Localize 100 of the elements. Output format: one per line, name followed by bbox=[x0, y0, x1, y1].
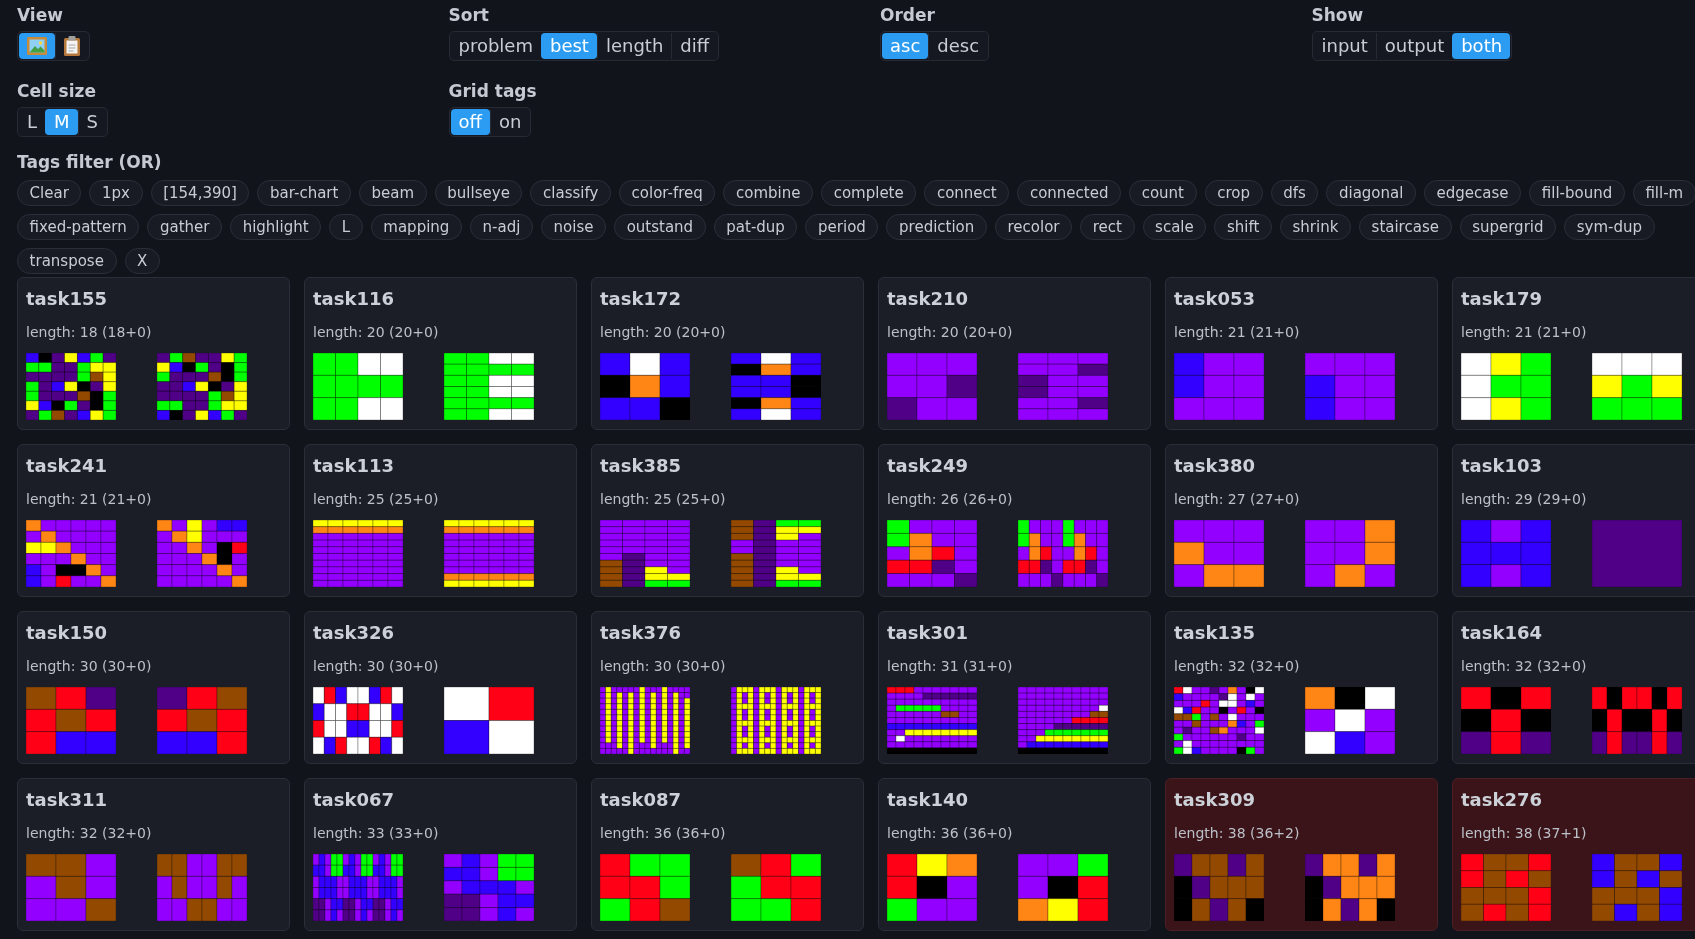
tag-chip[interactable]: prediction bbox=[886, 214, 987, 240]
tag-chip[interactable]: complete bbox=[821, 180, 917, 206]
option-button[interactable]: input bbox=[1313, 33, 1376, 59]
tag-chip[interactable]: outstand bbox=[614, 214, 706, 240]
tag-chip[interactable]: transpose bbox=[17, 248, 117, 274]
task-title: task210 bbox=[887, 287, 969, 311]
task-title: task376 bbox=[600, 621, 682, 645]
tag-chip[interactable]: dfs bbox=[1270, 180, 1319, 206]
task-card[interactable]: task113 length: 25 (25+0) bbox=[304, 444, 577, 597]
task-card[interactable]: task210 length: 20 (20+0) bbox=[878, 277, 1151, 430]
tag-chip[interactable]: recolor bbox=[994, 214, 1073, 240]
tag-chip[interactable]: period bbox=[805, 214, 879, 240]
tag-chip[interactable]: noise bbox=[540, 214, 607, 240]
task-card[interactable]: task276 length: 38 (37+1) bbox=[1452, 778, 1695, 931]
tag-chip[interactable]: combine bbox=[723, 180, 814, 206]
tag-chip[interactable]: connect bbox=[924, 180, 1010, 206]
task-card[interactable]: task385 length: 25 (25+0) bbox=[591, 444, 864, 597]
task-title: task087 bbox=[600, 788, 682, 812]
section-label: Show bbox=[1311, 4, 1364, 26]
task-title: task311 bbox=[26, 788, 108, 812]
tag-chip[interactable]: edgecase bbox=[1424, 180, 1522, 206]
tag-chip[interactable]: bar-chart bbox=[257, 180, 351, 206]
length-text: length: 21 (21+0) bbox=[1174, 323, 1301, 342]
tag-chip[interactable]: shrink bbox=[1279, 214, 1351, 240]
tag-chip[interactable]: shift bbox=[1214, 214, 1272, 240]
task-title: task326 bbox=[313, 621, 395, 645]
task-card[interactable]: task179 length: 21 (21+0) bbox=[1452, 277, 1695, 430]
tag-chip[interactable]: diagonal bbox=[1326, 180, 1416, 206]
tag-chip[interactable]: staircase bbox=[1358, 214, 1452, 240]
task-title: task241 bbox=[26, 454, 108, 478]
task-card[interactable]: task053 length: 21 (21+0) bbox=[1165, 277, 1438, 430]
task-title: task113 bbox=[313, 454, 395, 478]
task-title: task380 bbox=[1174, 454, 1256, 478]
option-button[interactable]: problem bbox=[450, 33, 541, 59]
tag-chip[interactable]: gather bbox=[147, 214, 223, 240]
task-card[interactable]: task311 length: 32 (32+0) bbox=[17, 778, 290, 931]
length-text: length: 32 (32+0) bbox=[26, 824, 153, 843]
task-card[interactable]: task150 length: 30 (30+0) bbox=[17, 611, 290, 764]
option-button[interactable]: L bbox=[19, 109, 46, 135]
tag-chip[interactable]: pat-dup bbox=[713, 214, 798, 240]
task-card[interactable]: task309 length: 38 (36+2) bbox=[1165, 778, 1438, 931]
task-card[interactable]: task164 length: 32 (32+0) bbox=[1452, 611, 1695, 764]
task-card[interactable]: task135 length: 32 (32+0) bbox=[1165, 611, 1438, 764]
length-text: length: 36 (36+0) bbox=[887, 824, 1014, 843]
tag-chip[interactable]: mapping bbox=[370, 214, 462, 240]
length-text: length: 36 (36+0) bbox=[600, 824, 727, 843]
option-button[interactable]: desc bbox=[928, 33, 988, 59]
tag-chip[interactable]: connected bbox=[1017, 180, 1122, 206]
task-card[interactable]: task140 length: 36 (36+0) bbox=[878, 778, 1151, 931]
length-text: length: 32 (32+0) bbox=[1174, 657, 1301, 676]
framed-picture-icon bbox=[27, 37, 47, 55]
task-title: task164 bbox=[1461, 621, 1543, 645]
tag-chip[interactable]: scale bbox=[1142, 214, 1207, 240]
task-title: task301 bbox=[887, 621, 969, 645]
tag-chip[interactable]: fill-m bbox=[1632, 180, 1695, 206]
tag-chip[interactable]: bullseye bbox=[434, 180, 523, 206]
tag-chip[interactable]: fill-bound bbox=[1529, 180, 1625, 206]
section-label: View bbox=[17, 4, 63, 26]
tag-chip[interactable]: rect bbox=[1080, 214, 1135, 240]
tag-chip[interactable]: sym-dup bbox=[1564, 214, 1655, 240]
tag-chip[interactable]: count bbox=[1129, 180, 1197, 206]
task-title: task067 bbox=[313, 788, 395, 812]
task-title: task309 bbox=[1174, 788, 1256, 812]
task-card[interactable]: task301 length: 31 (31+0) bbox=[878, 611, 1151, 764]
tag-chip[interactable]: [154,390] bbox=[150, 180, 250, 206]
task-card[interactable]: task380 length: 27 (27+0) bbox=[1165, 444, 1438, 597]
length-text: length: 20 (20+0) bbox=[600, 323, 727, 342]
option-button[interactable]: diff bbox=[671, 33, 718, 59]
tag-chip[interactable]: color-freq bbox=[618, 180, 716, 206]
length-text: length: 21 (21+0) bbox=[26, 490, 153, 509]
task-card[interactable]: task172 length: 20 (20+0) bbox=[591, 277, 864, 430]
tag-chip[interactable]: fixed-pattern bbox=[17, 214, 140, 240]
tag-chip[interactable]: beam bbox=[359, 180, 427, 206]
tag-chip[interactable]: L bbox=[329, 214, 363, 240]
length-text: length: 20 (20+0) bbox=[313, 323, 440, 342]
tag-chip[interactable]: 1px bbox=[89, 180, 143, 206]
option-button[interactable]: length bbox=[596, 33, 672, 59]
task-card[interactable]: task326 length: 30 (30+0) bbox=[304, 611, 577, 764]
clear-button[interactable]: Clear bbox=[17, 180, 82, 206]
task-card[interactable]: task116 length: 20 (20+0) bbox=[304, 277, 577, 430]
length-text: length: 31 (31+0) bbox=[887, 657, 1014, 676]
task-card[interactable]: task241 length: 21 (21+0) bbox=[17, 444, 290, 597]
length-text: length: 33 (33+0) bbox=[313, 824, 440, 843]
tag-chip[interactable]: crop bbox=[1204, 180, 1263, 206]
section-label: Grid tags bbox=[448, 80, 537, 102]
task-title: task276 bbox=[1461, 788, 1543, 812]
tag-chip[interactable]: classify bbox=[530, 180, 611, 206]
task-card[interactable]: task155 length: 18 (18+0) bbox=[17, 277, 290, 430]
task-card[interactable]: task103 length: 29 (29+0) bbox=[1452, 444, 1695, 597]
tag-chip[interactable]: highlight bbox=[230, 214, 322, 240]
tag-chip[interactable]: X bbox=[124, 248, 160, 274]
task-card[interactable]: task087 length: 36 (36+0) bbox=[591, 778, 864, 931]
tag-chip[interactable]: n-adj bbox=[469, 214, 533, 240]
task-card[interactable]: task067 length: 33 (33+0) bbox=[304, 778, 577, 931]
section-label: Tags filter (OR) bbox=[17, 151, 163, 173]
option-button[interactable]: on bbox=[489, 109, 530, 135]
option-button[interactable]: S bbox=[77, 109, 106, 135]
tag-chip[interactable]: supergrid bbox=[1459, 214, 1557, 240]
task-card[interactable]: task249 length: 26 (26+0) bbox=[878, 444, 1151, 597]
task-card[interactable]: task376 length: 30 (30+0) bbox=[591, 611, 864, 764]
